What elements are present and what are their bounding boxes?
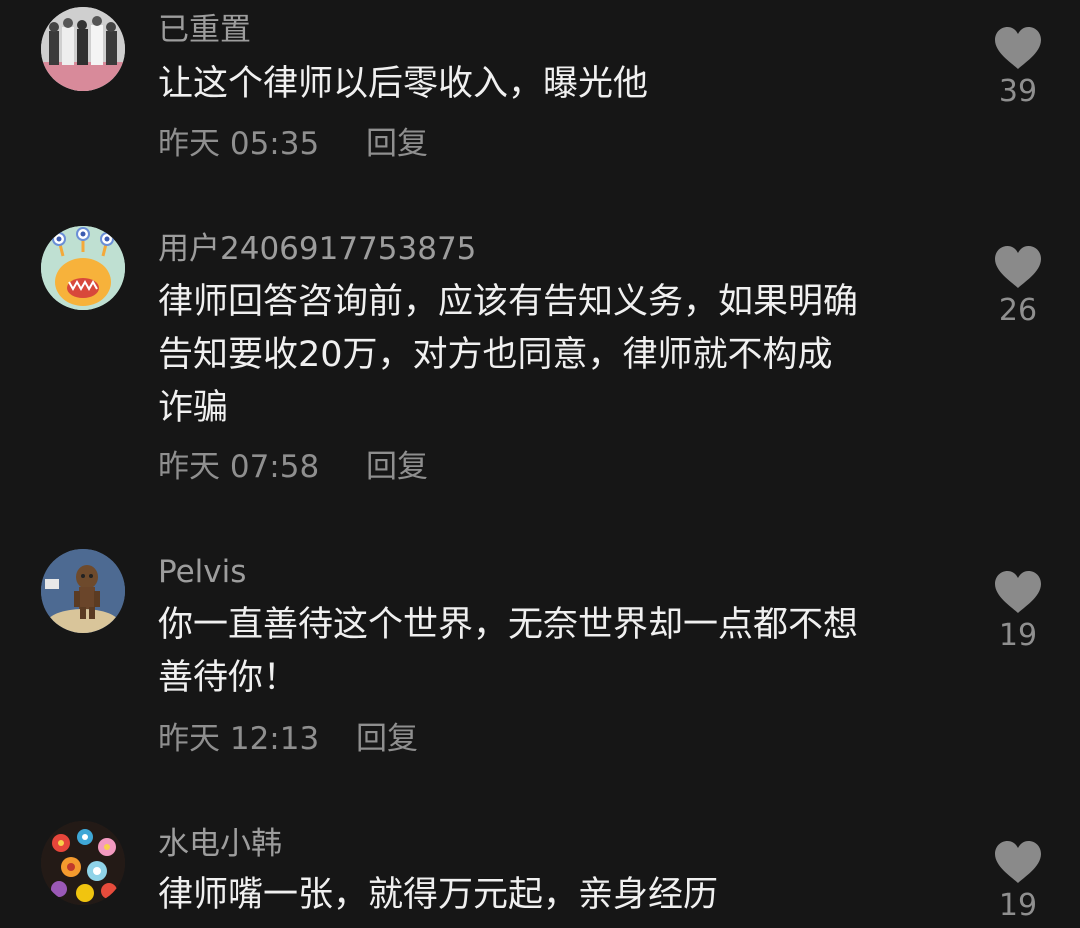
username[interactable]: 水电小韩 — [158, 824, 282, 864]
avatar[interactable] — [41, 821, 125, 905]
comment-text: 律师嘴一张，就得万元起，亲身经历 — [158, 869, 958, 922]
heart-icon — [995, 841, 1041, 883]
like-button[interactable]: 19 — [990, 840, 1046, 924]
comment-list-screen: { "colors": { "background": "#161616", "… — [0, 0, 1080, 928]
like-count: 19 — [998, 888, 1038, 923]
comment-text-line: 律师嘴一张，就得万元起，亲身经历 — [158, 875, 719, 915]
flowers-avatar-image — [41, 821, 125, 905]
comment-item: 水电小韩 律师嘴一张，就得万元起，亲身经历 19 — [0, 0, 1080, 928]
